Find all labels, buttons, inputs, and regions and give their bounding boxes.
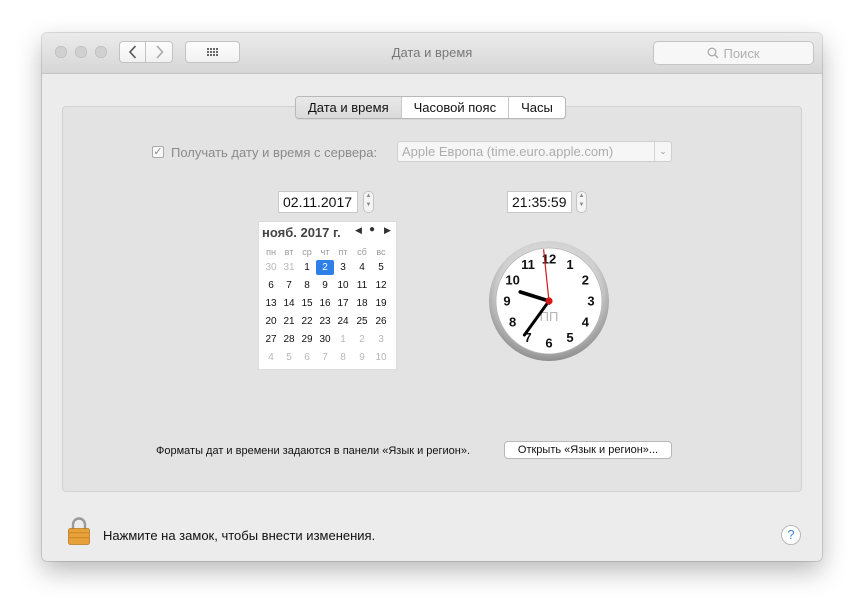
calendar-day[interactable]: 4 xyxy=(353,260,371,275)
tab-bar: Дата и время Часовой пояс Часы xyxy=(295,96,566,119)
search-icon xyxy=(708,47,719,59)
calendar-day[interactable]: 9 xyxy=(316,278,334,293)
time-server-select[interactable]: Apple Европа (time.euro.apple.com) ⌄ xyxy=(397,141,672,162)
analog-clock: 12 1234567891011 ПП xyxy=(489,241,609,361)
calendar-day[interactable]: 18 xyxy=(353,296,371,311)
calendar-day[interactable]: 28 xyxy=(280,332,298,347)
clock-number: 11 xyxy=(521,257,535,272)
calendar-day-selected[interactable]: 2 xyxy=(316,260,334,275)
calendar-day[interactable]: 31 xyxy=(280,260,298,275)
clock-number: 10 xyxy=(505,273,519,288)
server-sync-label: Получать дату и время с сервера: xyxy=(171,145,378,160)
calendar-day[interactable]: 13 xyxy=(262,296,280,311)
calendar-day[interactable]: 6 xyxy=(298,350,316,365)
calendar-month-label: нояб. 2017 г. xyxy=(262,225,341,240)
calendar-day[interactable]: 23 xyxy=(316,314,334,329)
time-field[interactable]: 21:35:59 xyxy=(507,191,572,213)
calendar-day[interactable]: 7 xyxy=(316,350,334,365)
calendar-day[interactable]: 10 xyxy=(334,278,352,293)
calendar-day[interactable]: 2 xyxy=(353,332,371,347)
weekday-label: пт xyxy=(338,247,348,257)
weekday-label: пн xyxy=(266,247,276,257)
help-button[interactable]: ? xyxy=(781,525,801,545)
content-panel xyxy=(62,106,802,492)
calendar-day[interactable]: 7 xyxy=(280,278,298,293)
clock-center-cap xyxy=(545,297,553,305)
weekday-label: вт xyxy=(284,247,294,257)
calendar-day[interactable]: 16 xyxy=(316,296,334,311)
titlebar: Дата и время Поиск xyxy=(42,33,822,74)
calendar-day[interactable]: 1 xyxy=(334,332,352,347)
calendar-day[interactable]: 3 xyxy=(334,260,352,275)
time-stepper[interactable]: ▲ ▼ xyxy=(576,191,587,213)
server-sync-checkbox[interactable]: ✓ xyxy=(152,146,164,158)
calendar-day[interactable]: 10 xyxy=(372,350,390,365)
calendar-day[interactable]: 27 xyxy=(262,332,280,347)
weekday-label: сб xyxy=(357,247,367,257)
calendar-day[interactable]: 8 xyxy=(334,350,352,365)
calendar-day[interactable]: 29 xyxy=(298,332,316,347)
next-month-icon[interactable]: ▶ xyxy=(384,225,391,236)
calendar-day[interactable]: 5 xyxy=(372,260,390,275)
previous-month-icon[interactable]: ◀ xyxy=(355,225,362,236)
calendar-day[interactable]: 4 xyxy=(262,350,280,365)
calendar-day[interactable]: 30 xyxy=(316,332,334,347)
calendar-day[interactable]: 15 xyxy=(298,296,316,311)
calendar-day[interactable]: 12 xyxy=(372,278,390,293)
calendar-day[interactable]: 21 xyxy=(280,314,298,329)
calendar-day[interactable]: 11 xyxy=(353,278,371,293)
clock-number: 3 xyxy=(587,294,594,309)
today-icon[interactable]: ● xyxy=(369,224,375,235)
calendar-day[interactable]: 19 xyxy=(372,296,390,311)
calendar-day[interactable]: 17 xyxy=(334,296,352,311)
calendar-day[interactable]: 22 xyxy=(298,314,316,329)
calendar-day[interactable]: 14 xyxy=(280,296,298,311)
calendar-day[interactable]: 24 xyxy=(334,314,352,329)
weekday-label: вс xyxy=(376,247,386,257)
date-stepper[interactable]: ▲ ▼ xyxy=(363,191,374,213)
calendar-day[interactable]: 1 xyxy=(298,260,316,275)
weekday-label: чт xyxy=(320,247,330,257)
calendar: нояб. 2017 г. ◀ ● ▶ пн вт ср чт пт сб вс 30 31 1 2… xyxy=(258,221,397,370)
clock-number: 6 xyxy=(545,336,552,351)
calendar-day[interactable]: 26 xyxy=(372,314,390,329)
calendar-day[interactable]: 25 xyxy=(353,314,371,329)
clock-number: 1 xyxy=(566,257,573,272)
calendar-day[interactable]: 5 xyxy=(280,350,298,365)
calendar-day[interactable]: 9 xyxy=(353,350,371,365)
clock-number: 8 xyxy=(509,315,516,330)
chevron-down-icon: ⌄ xyxy=(654,142,671,161)
search-field[interactable]: Поиск xyxy=(653,41,814,65)
calendar-day[interactable]: 20 xyxy=(262,314,280,329)
date-field[interactable]: 02.11.2017 xyxy=(278,191,358,213)
clock-number: 4 xyxy=(582,315,590,330)
system-preferences-window: Дата и время Поиск Дата и время Часовой … xyxy=(42,33,822,561)
search-placeholder: Поиск xyxy=(723,45,760,61)
calendar-day[interactable]: 6 xyxy=(262,278,280,293)
open-language-region-button[interactable]: Открыть «Язык и регион»... xyxy=(504,441,672,459)
lock-hint: Нажмите на замок, чтобы внести изменения… xyxy=(103,528,376,543)
weekday-label: ср xyxy=(302,247,312,257)
clock-number: 2 xyxy=(582,273,589,288)
formats-note: Форматы дат и времени задаются в панели … xyxy=(156,445,471,457)
calendar-day[interactable]: 8 xyxy=(298,278,316,293)
tab-time-zone[interactable]: Часовой пояс xyxy=(400,97,508,118)
lock-icon[interactable] xyxy=(67,516,91,546)
calendar-day[interactable]: 3 xyxy=(372,332,390,347)
time-server-value: Apple Европа (time.euro.apple.com) xyxy=(402,144,614,159)
clock-number: 9 xyxy=(503,294,510,309)
clock-number: 5 xyxy=(566,330,573,345)
tab-clock[interactable]: Часы xyxy=(508,97,565,118)
calendar-day[interactable]: 30 xyxy=(262,260,280,275)
tab-date-time[interactable]: Дата и время xyxy=(296,97,401,118)
